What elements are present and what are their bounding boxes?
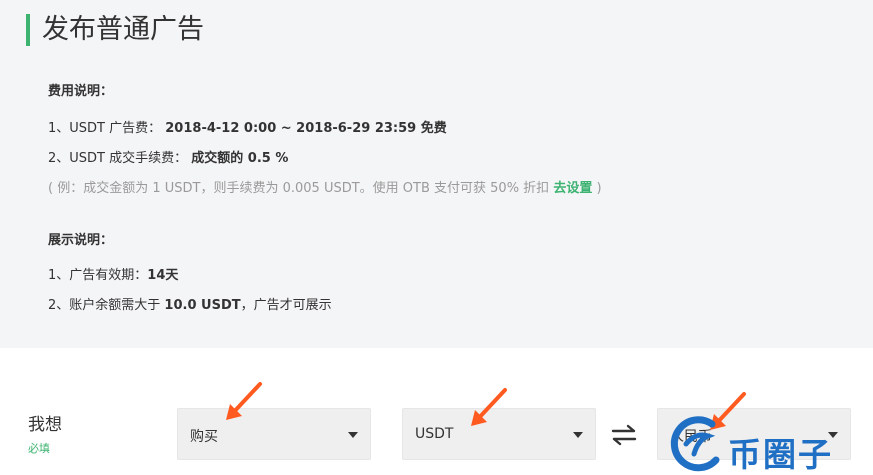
action-select[interactable]: 购买 <box>177 408 371 460</box>
watermark-logo-icon <box>670 416 720 472</box>
trade-fee-value: 成交额的 0.5 % <box>191 151 289 166</box>
trade-fee-label: 2、USDT 成交手续费： <box>48 151 188 166</box>
page-title: 发布普通广告 <box>26 14 204 46</box>
balance-prefix: 2、账户余额需大于 <box>48 298 161 313</box>
balance-value: 10.0 USDT <box>164 298 241 313</box>
trade-fee-line: 2、USDT 成交手续费： 成交额的 0.5 % <box>48 147 288 166</box>
balance-suffix: ，广告才可展示 <box>240 298 332 313</box>
go-settings-link[interactable]: 去设置 <box>553 181 592 196</box>
validity-value: 14天 <box>147 268 179 283</box>
ad-fee-value: 2018-4-12 0:00 ~ 2018-6-29 23:59 免费 <box>165 121 447 136</box>
coin-select-value: USDT <box>415 426 454 442</box>
required-hint: 必填 <box>28 442 50 455</box>
action-select-value: 购买 <box>190 429 218 445</box>
watermark-text: 币圈子 <box>728 435 833 474</box>
chevron-down-icon <box>573 432 583 438</box>
fee-example-note: ( 例：成交金额为 1 USDT，则手续费为 0.005 USDT。使用 OTB… <box>48 177 602 196</box>
validity-line: 1、广告有效期：14天 <box>48 264 178 283</box>
fees-heading: 费用说明： <box>48 84 114 99</box>
balance-line: 2、账户余额需大于 10.0 USDT，广告才可展示 <box>48 294 332 313</box>
watermark: 币圈子 <box>668 412 873 475</box>
display-heading: 展示说明： <box>48 233 114 248</box>
info-panel: 发布普通广告 费用说明： 1、USDT 广告费： 2018-4-12 0:00 … <box>0 0 873 348</box>
fee-example-text: ( 例：成交金额为 1 USDT，则手续费为 0.005 USDT。使用 OTB… <box>48 181 550 196</box>
coin-select[interactable]: USDT <box>402 408 596 460</box>
ad-fee-label: 1、USDT 广告费： <box>48 121 162 136</box>
validity-label: 1、广告有效期： <box>48 268 148 283</box>
chevron-down-icon <box>348 432 358 438</box>
ad-fee-line: 1、USDT 广告费： 2018-4-12 0:00 ~ 2018-6-29 2… <box>48 117 447 136</box>
swap-icon[interactable] <box>611 424 637 446</box>
fee-example-close: ) <box>596 181 602 196</box>
form-label: 我想 <box>28 415 62 435</box>
